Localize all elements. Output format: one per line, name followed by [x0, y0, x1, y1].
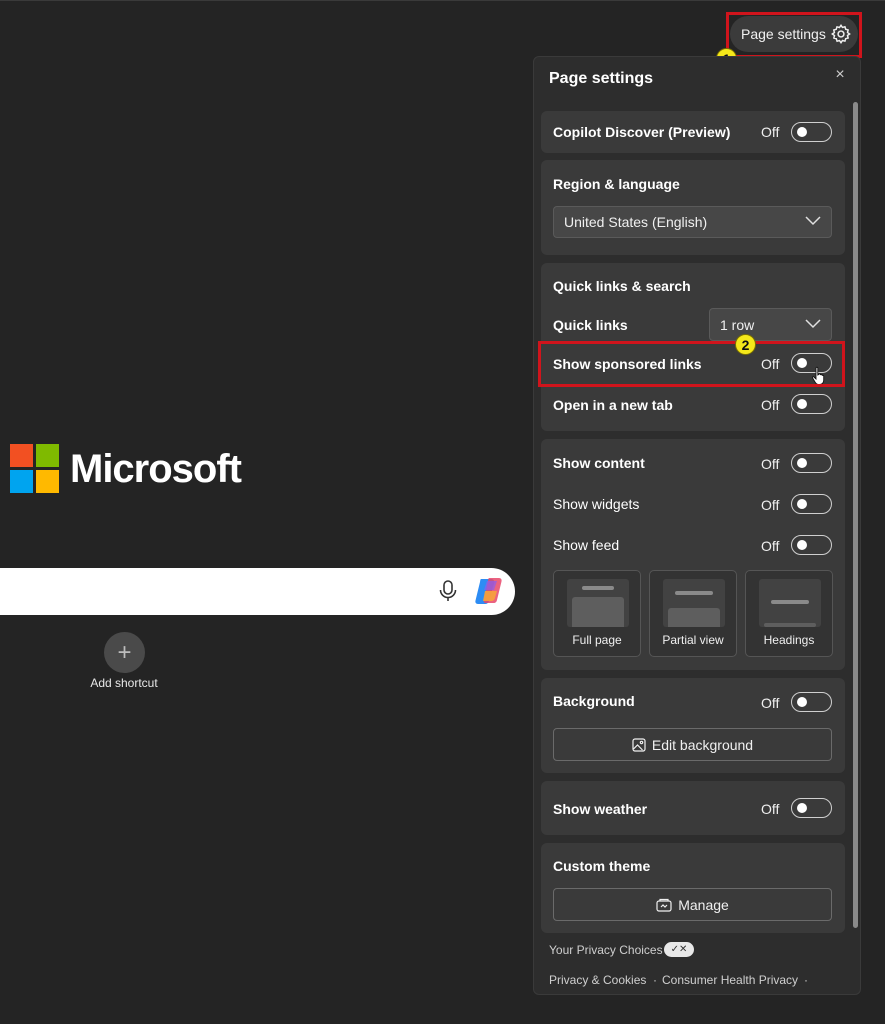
- show-feed-toggle[interactable]: [791, 535, 832, 555]
- edit-background-label: Edit background: [651, 736, 754, 753]
- full-page-preview-icon: [567, 579, 629, 627]
- sponsored-links-state: Off: [761, 356, 780, 372]
- panel-scrollbar[interactable]: [853, 102, 858, 928]
- footer-separator: ·: [653, 973, 657, 987]
- image-icon: [632, 737, 646, 752]
- quick-links-heading: Quick links & search: [553, 278, 691, 294]
- custom-theme-heading: Custom theme: [553, 858, 651, 874]
- partial-view-preview-icon: [663, 579, 725, 627]
- background-label: Background: [553, 693, 635, 709]
- page-settings-button-label: Page settings: [741, 26, 826, 42]
- layout-partial-view[interactable]: Partial view: [649, 570, 737, 657]
- show-weather-toggle[interactable]: [791, 798, 832, 818]
- region-select-value: United States (English): [564, 214, 708, 230]
- footer-separator-trailing: ·: [804, 973, 808, 987]
- step-marker-2: 2: [735, 334, 756, 355]
- copilot-discover-label: Copilot Discover (Preview): [553, 124, 731, 140]
- manage-theme-label: Manage: [678, 896, 729, 913]
- brand-wordmark: Microsoft: [70, 447, 242, 491]
- new-tab-state: Off: [761, 397, 780, 413]
- privacy-choices-icon: ✓✕: [664, 942, 694, 957]
- consumer-health-link[interactable]: Consumer Health Privacy: [662, 973, 798, 987]
- show-widgets-state: Off: [761, 497, 780, 513]
- quick-links-rows-value: 1 row: [720, 316, 755, 333]
- panel-title: Page settings: [549, 70, 654, 87]
- page-settings-button[interactable]: Page settings: [730, 16, 858, 52]
- theme-icon: [656, 898, 672, 912]
- quick-links-label: Quick links: [553, 317, 628, 333]
- gear-icon: [831, 24, 851, 45]
- layout-headings-label: Headings: [763, 633, 815, 647]
- show-widgets-label: Show widgets: [553, 496, 640, 512]
- chevron-down-icon: [805, 216, 821, 226]
- region-heading: Region & language: [553, 176, 680, 192]
- quick-links-rows-select[interactable]: 1 row: [709, 308, 832, 341]
- copilot-discover-state: Off: [761, 124, 780, 140]
- region-select[interactable]: United States (English): [553, 206, 832, 238]
- show-weather-label: Show weather: [553, 801, 648, 817]
- chevron-down-icon: [805, 318, 821, 328]
- privacy-choices-link[interactable]: Your Privacy Choices: [549, 943, 663, 957]
- layout-full-page[interactable]: Full page: [553, 570, 641, 657]
- show-feed-label: Show feed: [553, 537, 620, 553]
- microsoft-logo-icon: [10, 444, 59, 493]
- show-widgets-toggle[interactable]: [791, 494, 832, 514]
- new-tab-label: Open in a new tab: [553, 397, 673, 413]
- microphone-icon[interactable]: [437, 579, 459, 603]
- edit-background-button[interactable]: Edit background: [553, 728, 832, 761]
- hand-cursor-icon: [812, 366, 825, 385]
- layout-partial-view-label: Partial view: [662, 633, 724, 647]
- sponsored-links-label: Show sponsored links: [553, 356, 702, 372]
- new-tab-toggle[interactable]: [791, 394, 832, 414]
- add-shortcut-label: Add shortcut: [90, 676, 158, 690]
- show-weather-state: Off: [761, 801, 780, 817]
- privacy-cookies-link[interactable]: Privacy & Cookies: [549, 973, 646, 987]
- layout-full-page-label: Full page: [572, 633, 622, 647]
- background-toggle[interactable]: [791, 692, 832, 712]
- manage-theme-button[interactable]: Manage: [553, 888, 832, 921]
- layout-headings[interactable]: Headings: [745, 570, 833, 657]
- top-border: [0, 0, 885, 1]
- show-content-label: Show content: [553, 455, 645, 471]
- show-content-state: Off: [761, 456, 780, 472]
- copilot-icon[interactable]: [473, 575, 507, 607]
- copilot-discover-toggle[interactable]: [791, 122, 832, 142]
- show-feed-state: Off: [761, 538, 780, 554]
- add-shortcut-button[interactable]: +: [104, 632, 145, 673]
- close-icon[interactable]: ×: [832, 66, 848, 84]
- show-content-toggle[interactable]: [791, 453, 832, 473]
- background-state: Off: [761, 695, 780, 711]
- headings-preview-icon: [759, 579, 821, 627]
